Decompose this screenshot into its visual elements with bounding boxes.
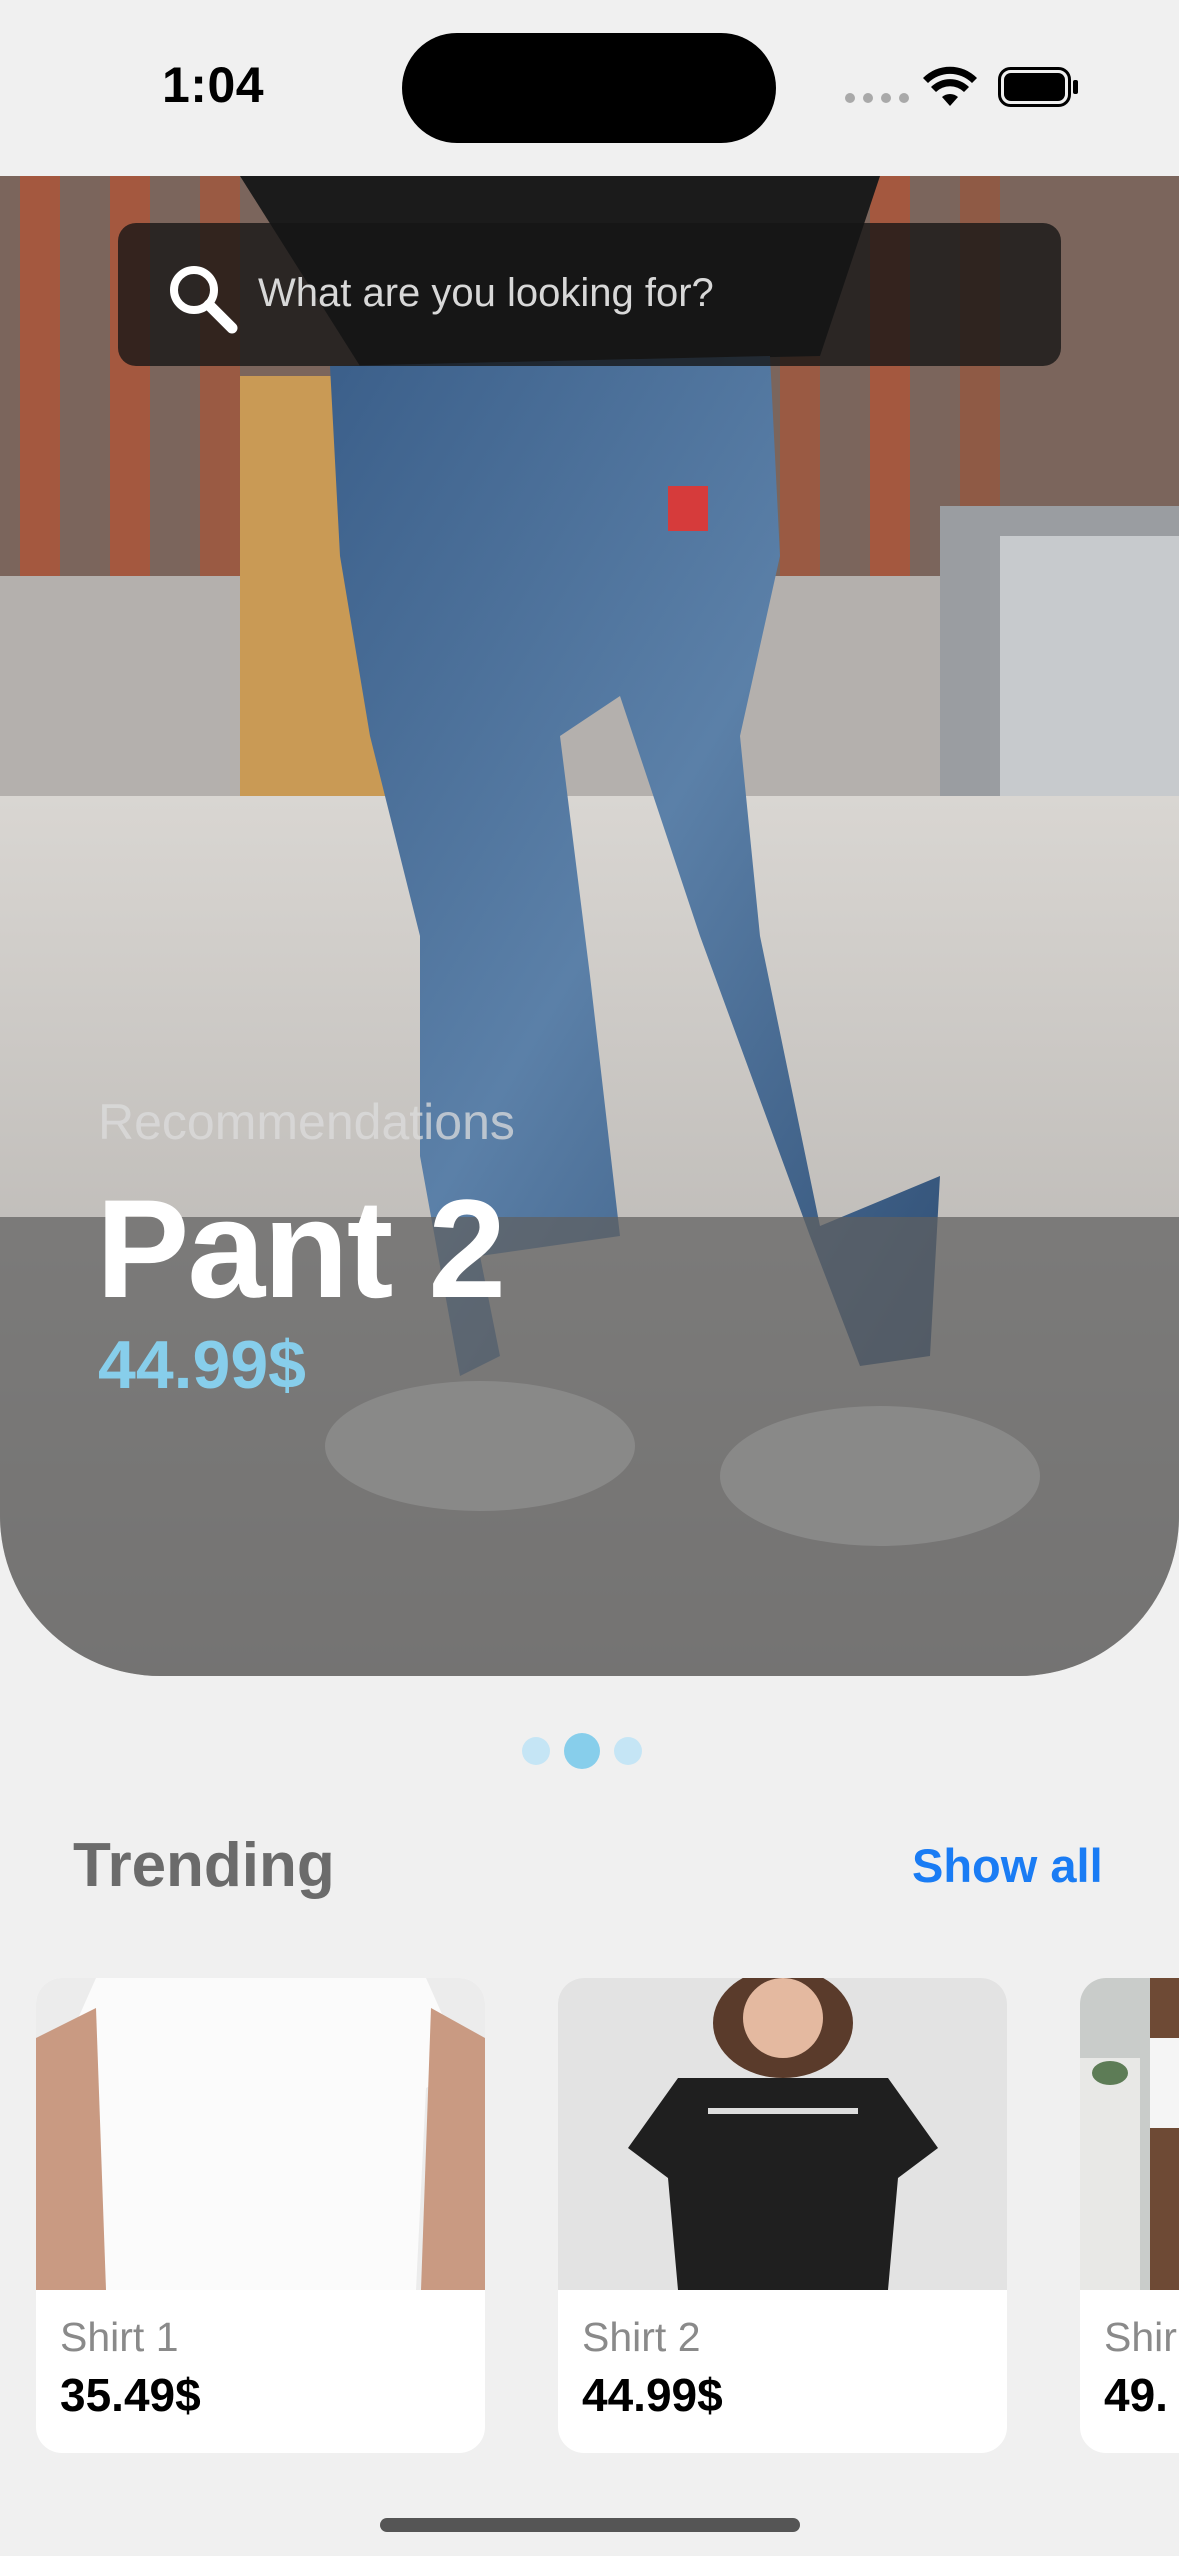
search-placeholder: What are you looking for?: [258, 271, 714, 315]
status-time: 1:04: [162, 57, 265, 113]
product-image: [36, 1978, 485, 2290]
product-card[interactable]: Shirt 2 44.99$: [558, 1978, 1007, 2453]
product-price: 44.99$: [582, 2369, 723, 2421]
hero-product-title: Pant 2: [96, 1170, 506, 1327]
wifi-icon: [923, 66, 977, 106]
page-dot[interactable]: [522, 1737, 550, 1765]
show-all-button[interactable]: Show all: [912, 1838, 1103, 1893]
search-bar[interactable]: What are you looking for?: [118, 223, 1061, 366]
product-name: Shirt 2: [582, 2314, 701, 2360]
recommendation-banner[interactable]: What are you looking for?: [0, 176, 1179, 1676]
product-image: [558, 1978, 1007, 2290]
product-price: 49.: [1104, 2369, 1168, 2421]
hero-product-price: 44.99$: [98, 1327, 306, 1403]
product-card[interactable]: Shir 49.: [1080, 1978, 1179, 2453]
product-card[interactable]: Shirt 1 35.49$: [36, 1978, 485, 2453]
product-price: 35.49$: [60, 2369, 201, 2421]
recommendations-label: Recommendations: [98, 1094, 515, 1150]
page-dot[interactable]: [614, 1737, 642, 1765]
product-name: Shirt 1: [60, 2314, 179, 2360]
product-image: [1080, 1978, 1179, 2290]
screen: 1:04 What are you looking for? Recommend…: [0, 0, 1179, 2556]
home-indicator[interactable]: [380, 2518, 800, 2532]
cellular-signal-icon: [845, 93, 909, 103]
search-icon: [170, 266, 238, 334]
carousel-page-indicator[interactable]: [522, 1733, 642, 1769]
trending-heading: Trending: [73, 1831, 335, 1900]
product-name: Shir: [1104, 2314, 1177, 2360]
dynamic-island: [402, 33, 776, 143]
page-dot-active[interactable]: [564, 1733, 600, 1769]
status-bar: 1:04: [0, 0, 1179, 176]
battery-icon: [998, 67, 1078, 107]
